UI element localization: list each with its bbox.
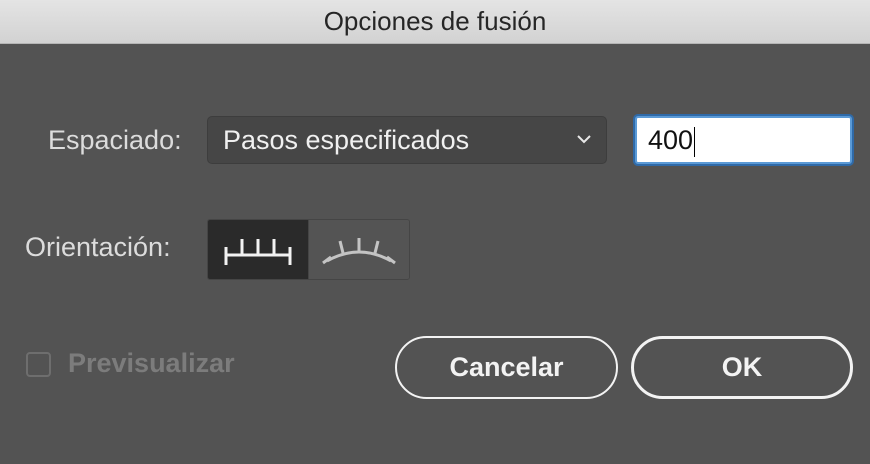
cancel-button-label: Cancelar [449,352,564,382]
steps-input[interactable]: 400 [635,116,852,164]
orientation-toggle-group [207,219,410,280]
preview-label: Previsualizar [68,348,235,378]
ok-button[interactable]: OK [631,336,853,399]
ok-button-label: OK [721,352,763,382]
preview-checkbox[interactable] [26,352,51,377]
align-to-path-icon [322,237,396,264]
spacing-selected-value: Pasos especificados [223,125,470,155]
steps-value: 400 [648,125,694,155]
align-to-page-button[interactable] [208,220,308,279]
text-caret [694,126,696,157]
dialog-titlebar: Opciones de fusión [0,0,870,44]
dialog-title: Opciones de fusión [323,6,547,36]
orientation-label: Orientación: [25,232,171,262]
spacing-label: Espaciado: [48,125,182,155]
align-to-page-icon [224,238,292,265]
chevron-down-icon [576,117,592,180]
cancel-button[interactable]: Cancelar [395,336,618,399]
align-to-path-button[interactable] [308,220,409,279]
spacing-dropdown[interactable]: Pasos especificados [207,116,607,164]
